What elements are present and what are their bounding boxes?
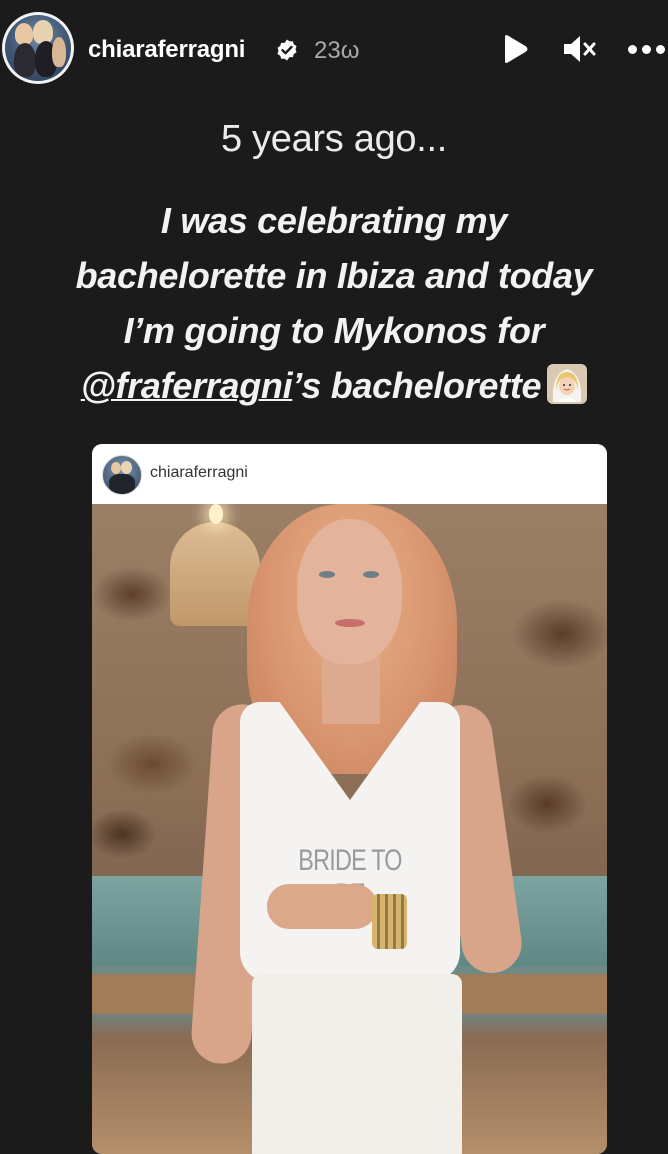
shared-post-username[interactable]: chiaraferragni <box>150 464 248 482</box>
shared-post-avatar[interactable] <box>102 455 142 495</box>
mention-link[interactable]: @fraferragni <box>81 365 293 406</box>
shared-post-card[interactable]: chiaraferragni BRIDE TO BE <box>92 444 607 1154</box>
play-icon <box>505 35 528 63</box>
verified-badge-icon <box>277 39 297 61</box>
caption-line-2: bachelorette in Ibiza and today <box>75 255 593 296</box>
pendant-lamp <box>170 522 260 626</box>
mute-button[interactable] <box>560 32 600 66</box>
caption-tail: ’s bachelorette <box>292 365 542 406</box>
bride-with-veil-emoji <box>547 364 588 404</box>
story-header: chiaraferragni 23ω <box>0 0 668 100</box>
caption-line-1: I was celebrating my <box>160 200 508 241</box>
caption-line-3: I’m going to Mykonos for <box>123 310 545 351</box>
story-caption: I was celebrating my bachelorette in Ibi… <box>0 193 668 413</box>
shared-post-photo: BRIDE TO BE <box>92 504 607 1154</box>
username[interactable]: chiaraferragni <box>88 36 245 64</box>
mute-icon <box>564 36 596 62</box>
person-face <box>297 519 402 664</box>
story-timestamp: 23ω <box>314 37 360 64</box>
person-shorts <box>252 974 462 1154</box>
profile-avatar[interactable] <box>2 12 74 84</box>
person-hand <box>267 884 377 929</box>
story-subtitle: 5 years ago... <box>220 118 448 160</box>
shared-post-header: chiaraferragni <box>92 444 607 504</box>
caption-line-4: @fraferragni’s bachelorette <box>0 358 668 413</box>
play-button[interactable] <box>498 32 532 66</box>
avatar-family-photo <box>5 15 71 81</box>
more-options-button[interactable] <box>624 32 668 66</box>
more-icon <box>627 44 665 54</box>
lamp-light <box>209 504 223 524</box>
bracelets <box>372 894 407 949</box>
